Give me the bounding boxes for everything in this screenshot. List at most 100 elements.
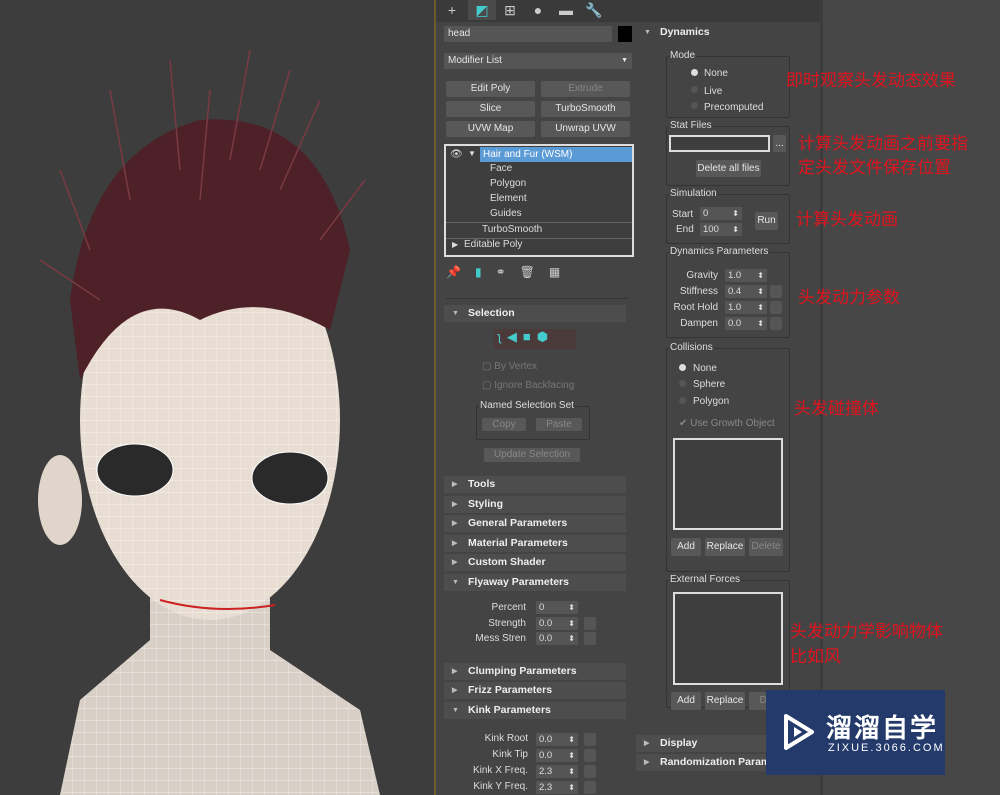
dampen-spinner[interactable]: 0.0 [725,317,767,330]
hierarchy-icon[interactable]: ⊞ [496,0,524,20]
mode-none-label[interactable]: None [704,68,728,79]
stack-sub-polygon[interactable]: Polygon [490,178,526,189]
remove-modifier-icon[interactable]: 🗑 [520,265,549,279]
mode-precomputed-label[interactable]: Precomputed [704,102,763,113]
root-hold-spinner[interactable]: 1.0 [725,301,767,314]
unwrap-uvw-button[interactable]: Unwrap UVW [541,121,630,137]
collision-add-button[interactable]: Add [671,538,701,556]
stack-item-turbosmooth[interactable]: TurboSmooth [482,224,542,235]
kink-x-freq-map-button[interactable] [584,765,596,778]
kink-tip-label: Kink Tip [492,749,528,760]
modifier-stack[interactable]: 👁 ▼ Hair and Fur (WSM) Face Polygon Elem… [444,144,634,257]
rollout-dynamics[interactable]: ▼ Dynamics [636,24,820,41]
collision-polygon-label[interactable]: Polygon [693,396,729,407]
stat-files-path-input[interactable] [669,135,770,152]
object-name-input[interactable]: head [444,26,612,42]
kink-y-freq-map-button[interactable] [584,781,596,794]
mode-none-radio[interactable] [691,69,698,76]
kink-tip-spinner[interactable]: 0.0 [536,749,578,762]
rollout-general-parameters[interactable]: ▶ General Parameters [444,515,626,532]
force-replace-button[interactable]: Replace [705,692,745,710]
stack-item-editable-poly[interactable]: Editable Poly [464,239,522,250]
ignore-backfacing-checkbox[interactable]: ▢ Ignore Backfacing [482,380,574,391]
kink-root-spinner[interactable]: 0.0 [536,733,578,746]
browse-stat-files-button[interactable]: ... [773,135,786,152]
percent-spinner[interactable]: 0 [536,601,578,614]
rollout-flyaway-parameters[interactable]: ▼ Flyaway Parameters [444,574,626,591]
dampen-map-button[interactable] [770,317,782,330]
collision-sphere-radio[interactable] [679,380,686,387]
make-unique-icon[interactable]: ⚭ [496,265,520,279]
rollout-custom-shader[interactable]: ▶ Custom Shader [444,554,626,571]
configure-modifier-sets-icon[interactable]: ▦ [549,265,574,279]
modify-icon[interactable]: ◩ [468,0,496,20]
start-spinner[interactable]: 0 [700,207,742,220]
by-vertex-checkbox[interactable]: ▢ By Vertex [482,361,537,372]
stack-sub-guides[interactable]: Guides [490,208,522,219]
display-icon[interactable]: ▬ [552,0,580,20]
external-forces-list[interactable] [673,592,783,685]
rollout-clumping-parameters[interactable]: ▶ Clumping Parameters [444,663,626,680]
utilities-icon[interactable]: 🔧 [580,0,608,20]
expand-icon[interactable]: ▶ [452,240,458,249]
collision-polygon-radio[interactable] [679,397,686,404]
slice-button[interactable]: Slice [446,101,535,117]
collision-delete-button[interactable]: Delete [749,538,783,556]
eye-icon[interactable]: 👁 [450,149,463,160]
mess-stren-map-button[interactable] [584,632,596,645]
kink-tip-map-button[interactable] [584,749,596,762]
start-label: Start [672,209,694,220]
show-end-result-icon[interactable]: ▮ [475,265,496,279]
collision-none-radio[interactable] [679,364,686,371]
turbosmooth-button[interactable]: TurboSmooth [541,101,630,117]
object-color-swatch[interactable] [618,26,632,42]
mess-stren-spinner[interactable]: 0.0 [536,632,578,645]
collision-none-label[interactable]: None [693,363,717,374]
sub-object-level-buttons[interactable]: ʅ◀■⬢ [494,329,576,349]
gravity-spinner[interactable]: 1.0 [725,269,767,282]
rollout-kink-parameters[interactable]: ▼ Kink Parameters [444,702,626,719]
kink-root-map-button[interactable] [584,733,596,746]
strength-spinner[interactable]: 0.0 [536,617,578,630]
run-button[interactable]: Run [755,212,778,230]
use-growth-object-checkbox[interactable]: ✔ Use Growth Object [679,418,775,429]
paste-button[interactable]: Paste [536,418,582,431]
strength-map-button[interactable] [584,617,596,630]
kink-x-freq-spinner[interactable]: 2.3 [536,765,578,778]
pin-stack-icon[interactable]: 📌 [446,265,475,279]
delete-all-files-button[interactable]: Delete all files [696,160,761,177]
uvw-map-button[interactable]: UVW Map [446,121,535,137]
collision-sphere-label[interactable]: Sphere [693,379,725,390]
stack-toolbar: 📌▮⚭🗑▦ [446,265,574,279]
end-spinner[interactable]: 100 [700,223,742,236]
motion-icon[interactable]: ● [524,0,552,20]
stack-sub-element[interactable]: Element [490,193,527,204]
viewport[interactable] [0,0,434,795]
extrude-button[interactable]: Extrude [541,81,630,97]
kink-y-freq-spinner[interactable]: 2.3 [536,781,578,794]
collapse-icon[interactable]: ▼ [468,149,476,158]
update-selection-button[interactable]: Update Selection [484,448,580,462]
mode-live-label[interactable]: Live [704,86,722,97]
mode-precomputed-radio[interactable] [691,102,698,109]
collision-replace-button[interactable]: Replace [705,538,745,556]
rollout-styling[interactable]: ▶ Styling [444,496,626,513]
collision-objects-list[interactable] [673,438,783,530]
create-icon[interactable]: + [438,0,466,20]
copy-button[interactable]: Copy [482,418,526,431]
force-add-button[interactable]: Add [671,692,701,710]
panel-resize-handle[interactable] [446,298,628,299]
rollout-tools[interactable]: ▶ Tools [444,476,626,493]
edit-poly-button[interactable]: Edit Poly [446,81,535,97]
rollout-selection[interactable]: ▼ Selection [444,305,626,322]
annotation-live-preview: 即时观察头发动态效果 [786,71,956,90]
modifier-list-dropdown[interactable]: Modifier List ▼ [444,53,632,69]
stack-sub-face[interactable]: Face [490,163,512,174]
stack-item-hair-and-fur[interactable]: Hair and Fur (WSM) [480,147,632,162]
rollout-frizz-parameters[interactable]: ▶ Frizz Parameters [444,682,626,699]
stiffness-spinner[interactable]: 0.4 [725,285,767,298]
mode-live-radio[interactable] [691,86,698,93]
stiffness-map-button[interactable] [770,285,782,298]
rollout-material-parameters[interactable]: ▶ Material Parameters [444,535,626,552]
root-hold-map-button[interactable] [770,301,782,314]
